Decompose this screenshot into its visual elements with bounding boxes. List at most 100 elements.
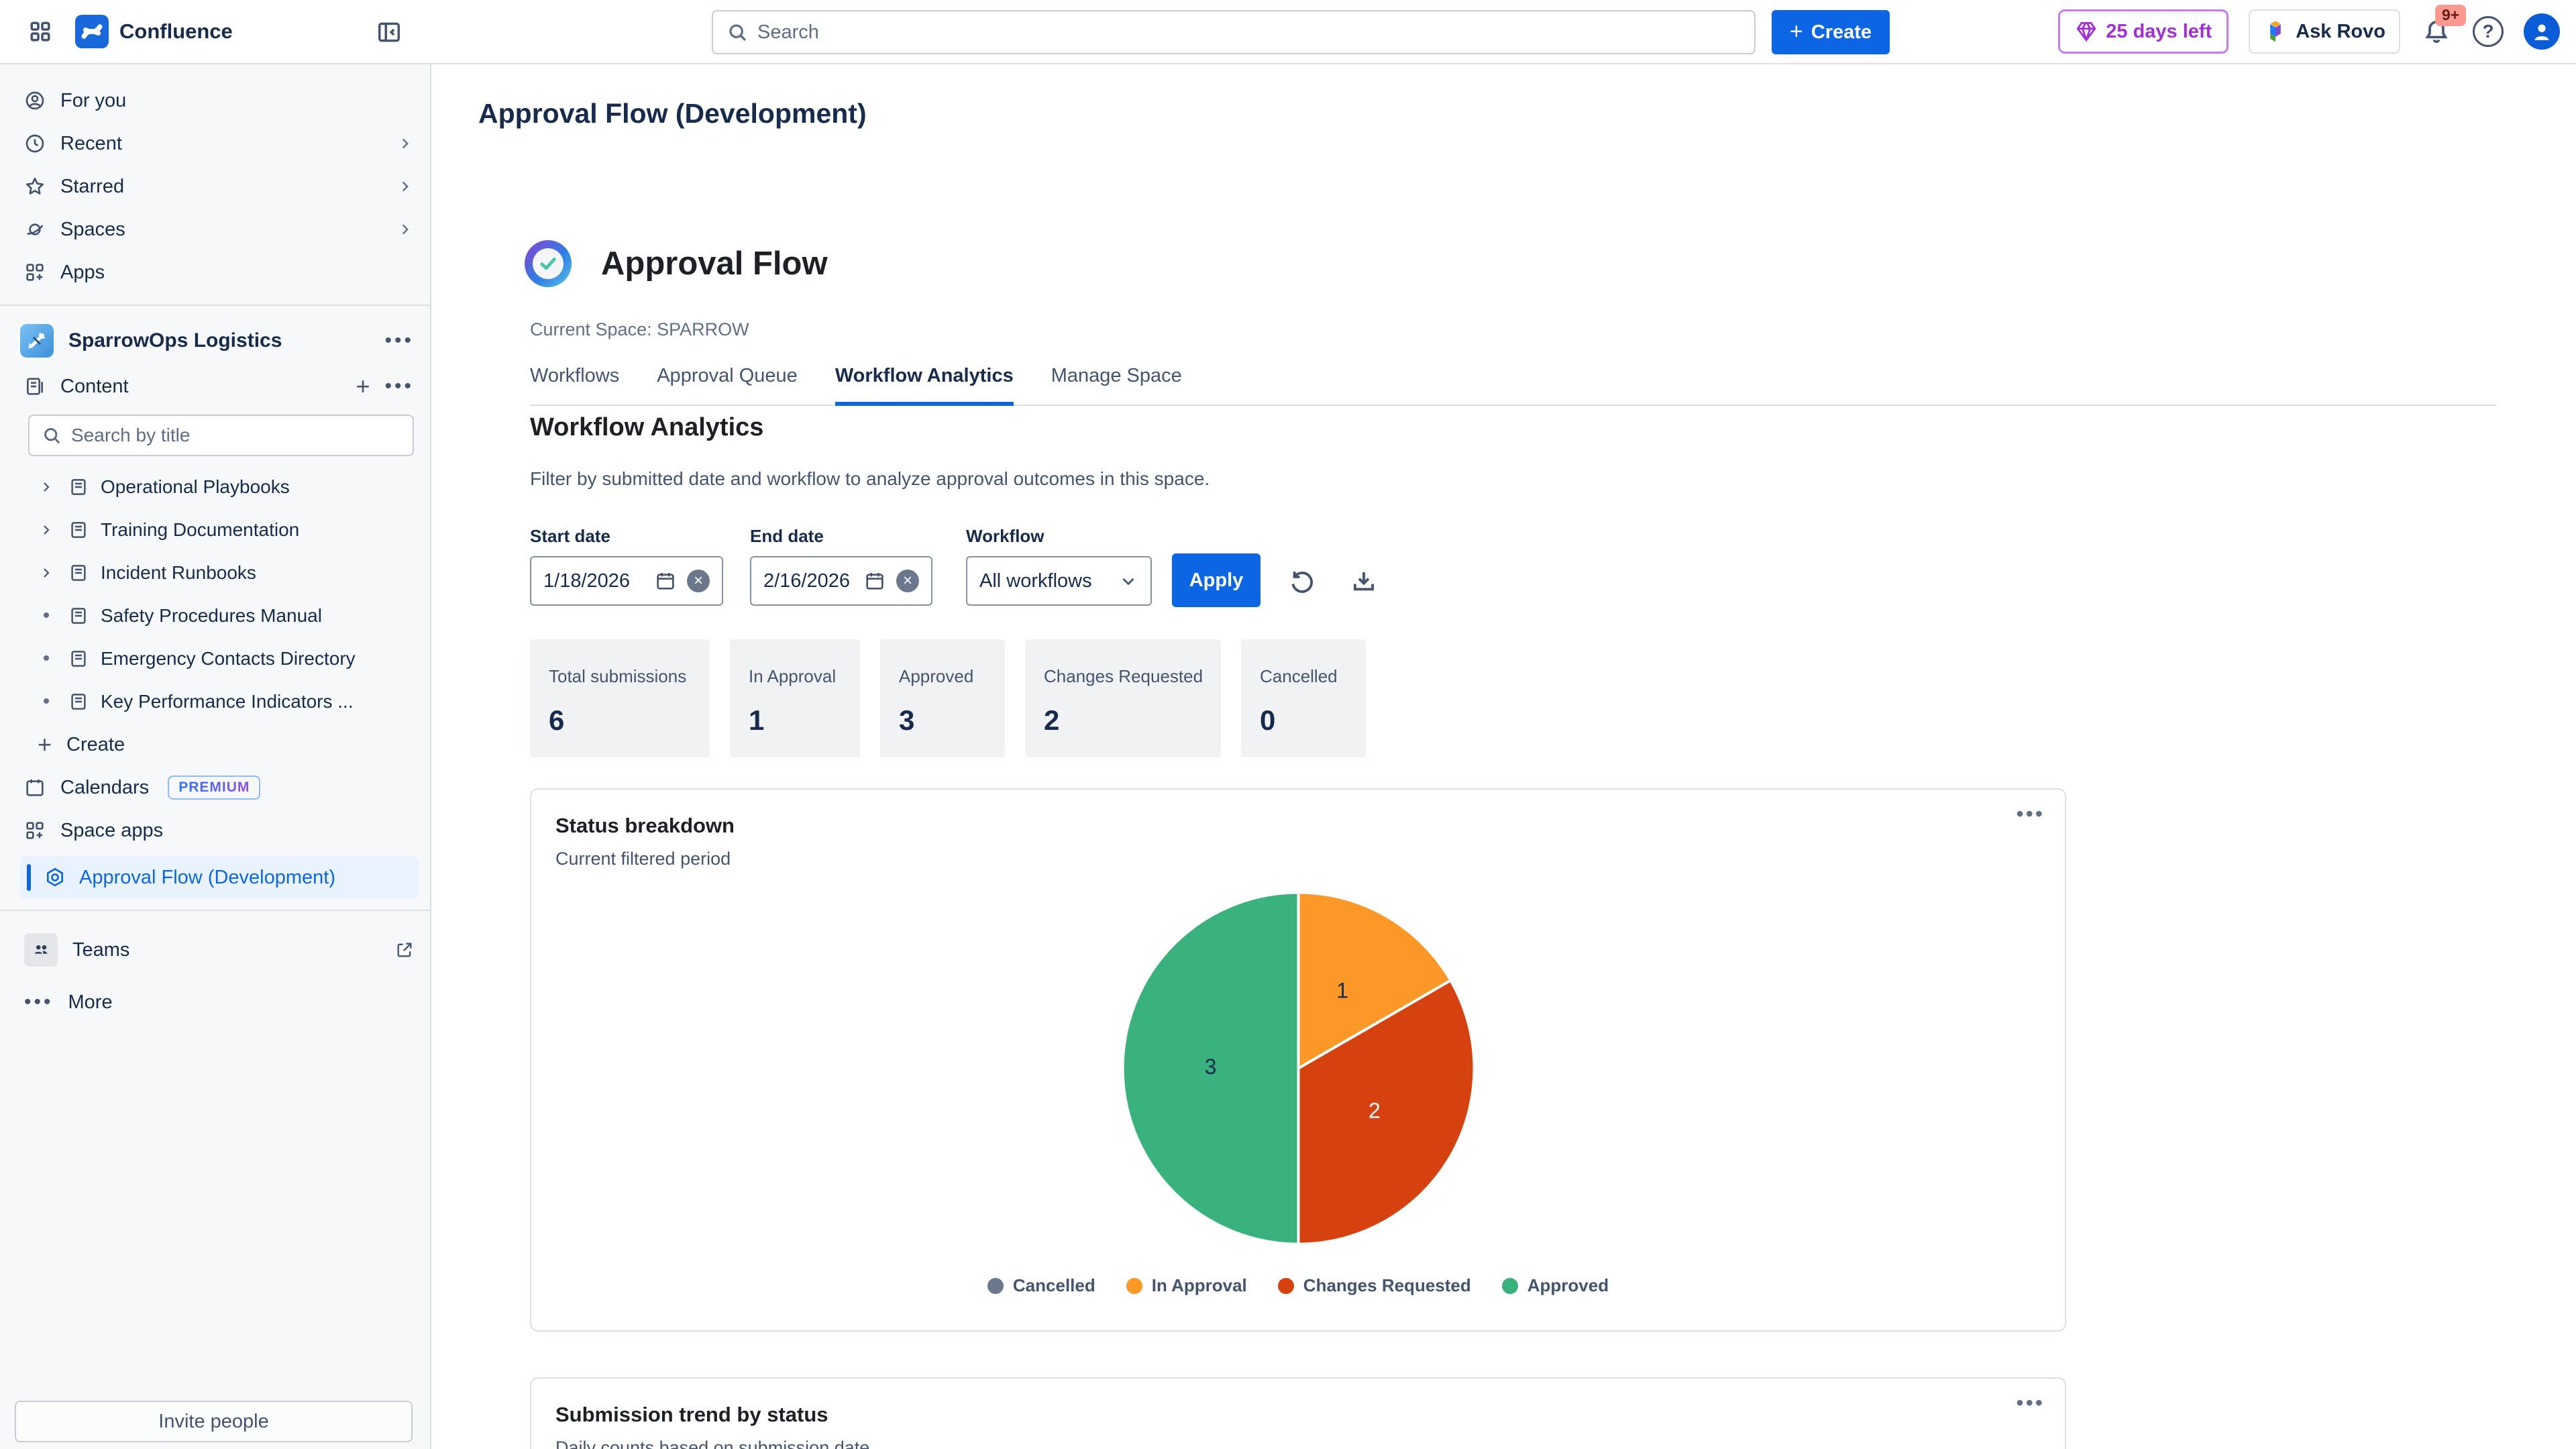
stat-value: 0 [1260, 704, 1347, 737]
sidebar-item-label: For you [60, 90, 414, 112]
search-input[interactable] [757, 21, 1741, 44]
trial-days-left-button[interactable]: 25 days left [2058, 9, 2229, 54]
sidebar-item-apps[interactable]: Apps [0, 251, 430, 294]
sidebar-item-starred[interactable]: Starred [0, 165, 430, 208]
tree-item[interactable]: • Emergency Contacts Directory [0, 637, 430, 680]
more-label: More [68, 991, 414, 1014]
sidebar-divider [0, 910, 430, 911]
calendar-icon[interactable] [864, 570, 885, 592]
collapse-sidebar-icon[interactable] [373, 16, 405, 48]
clear-start-date-icon[interactable]: × [687, 570, 710, 592]
rovo-logo-icon [2263, 19, 2288, 44]
page-icon [68, 649, 89, 669]
create-page-label: Create [66, 734, 125, 756]
user-avatar[interactable] [2524, 13, 2560, 50]
status-card-subtitle: Current filtered period [555, 849, 2041, 869]
chevron-right-icon [396, 135, 414, 152]
help-icon[interactable]: ? [2473, 16, 2504, 47]
sidebar-search[interactable] [28, 415, 414, 456]
download-button[interactable] [1345, 563, 1383, 600]
svg-text:2: 2 [1368, 1098, 1381, 1122]
tab-workflow-analytics[interactable]: Workflow Analytics [835, 365, 1014, 406]
sidebar-item-for-you[interactable]: For you [0, 79, 430, 122]
tab-workflows[interactable]: Workflows [530, 365, 619, 406]
sidebar-create-page[interactable]: + Create [0, 723, 430, 766]
space-more-icon[interactable]: ••• [384, 329, 414, 352]
stat-total-submissions: Total submissions 6 [530, 639, 710, 757]
workflow-select[interactable]: All workflows [966, 556, 1152, 606]
stat-cancelled: Cancelled 0 [1241, 639, 1366, 757]
stat-value: 2 [1044, 704, 1202, 737]
sidebar-item-teams[interactable]: Teams [0, 928, 430, 971]
status-card-title: Status breakdown [555, 814, 2041, 838]
workflow-label: Workflow [966, 526, 1152, 547]
legend-label: Approved [1527, 1275, 1609, 1296]
stat-label: In Approval [749, 666, 841, 687]
chart-legend: Cancelled In Approval Changes Requested … [987, 1275, 1609, 1296]
main-content: Approval Flow (Development) Approval Flo… [431, 64, 2576, 1449]
tab-approval-queue[interactable]: Approval Queue [657, 365, 798, 406]
tree-item[interactable]: Incident Runbooks [0, 551, 430, 594]
chevron-right-icon[interactable] [36, 479, 56, 495]
analytics-description: Filter by submitted date and workflow to… [530, 468, 1210, 490]
end-date-label: End date [750, 526, 932, 547]
global-search[interactable] [712, 10, 1756, 54]
clear-end-date-icon[interactable]: × [896, 570, 919, 592]
chevron-right-icon[interactable] [36, 565, 56, 581]
tree-item-label: Training Documentation [101, 519, 299, 541]
notifications-button[interactable]: 9+ [2420, 15, 2453, 48]
card-menu-icon[interactable]: ••• [2016, 802, 2045, 826]
content-more-icon[interactable]: ••• [384, 375, 414, 398]
search-icon [42, 425, 62, 445]
add-content-icon[interactable]: + [356, 374, 370, 398]
legend-label: Changes Requested [1303, 1275, 1471, 1296]
tree-item[interactable]: • Key Performance Indicators ... [0, 680, 430, 723]
confluence-logo-icon[interactable] [75, 15, 109, 48]
calendar-icon[interactable] [655, 570, 676, 592]
reset-icon [1288, 568, 1316, 596]
start-date-input[interactable]: 1/18/2026 × [530, 556, 723, 606]
current-space-row[interactable]: SparrowOps Logistics ••• [0, 317, 430, 365]
start-date-field: Start date 1/18/2026 × [530, 526, 723, 606]
tree-item[interactable]: • Safety Procedures Manual [0, 594, 430, 637]
workflow-field: Workflow All workflows [966, 526, 1152, 606]
sidebar-item-label: Starred [60, 176, 382, 198]
end-date-input[interactable]: 2/16/2026 × [750, 556, 932, 606]
app-tabs: Workflows Approval Queue Workflow Analyt… [530, 365, 2497, 406]
sidebar-item-approval-flow-selected[interactable]: Approval Flow (Development) [20, 856, 419, 899]
bullet-icon: • [36, 690, 56, 713]
tab-manage-space[interactable]: Manage Space [1051, 365, 1182, 406]
legend-item-changes-requested[interactable]: Changes Requested [1278, 1275, 1471, 1296]
page-icon [68, 520, 89, 540]
tree-item[interactable]: Operational Playbooks [0, 466, 430, 508]
page-icon [68, 606, 89, 626]
sidebar-item-recent[interactable]: Recent [0, 122, 430, 165]
create-button[interactable]: + Create [1772, 10, 1890, 54]
content-section-row[interactable]: Content + ••• [0, 365, 430, 408]
tree-item[interactable]: Training Documentation [0, 508, 430, 551]
apply-button[interactable]: Apply [1172, 553, 1260, 607]
download-icon [1350, 568, 1378, 596]
legend-item-approved[interactable]: Approved [1502, 1275, 1609, 1296]
sidebar-item-calendars[interactable]: Calendars PREMIUM [0, 766, 430, 809]
invite-people-button[interactable]: Invite people [15, 1401, 413, 1442]
reset-filters-button[interactable] [1283, 563, 1321, 600]
status-card-header: Status breakdown Current filtered period… [531, 790, 2065, 869]
card-menu-icon[interactable]: ••• [2016, 1391, 2045, 1415]
tree-item-label: Operational Playbooks [101, 476, 290, 498]
legend-dot [1126, 1278, 1142, 1294]
legend-item-cancelled[interactable]: Cancelled [987, 1275, 1095, 1296]
clock-icon [24, 133, 46, 154]
sidebar-item-space-apps[interactable]: Space apps [0, 809, 430, 852]
stat-value: 3 [899, 704, 986, 737]
ask-rovo-button[interactable]: Ask Rovo [2249, 9, 2400, 54]
chevron-right-icon[interactable] [36, 522, 56, 538]
legend-item-in-approval[interactable]: In Approval [1126, 1275, 1247, 1296]
content-pages-icon [24, 376, 46, 397]
sidebar-search-input[interactable] [71, 425, 400, 446]
sidebar-item-more[interactable]: ••• More [0, 981, 430, 1024]
topbar-right-group: 25 days left Ask Rovo 9+ ? [2058, 0, 2560, 63]
sidebar-item-spaces[interactable]: Spaces [0, 208, 430, 251]
topbar-left-group: Confluence [0, 0, 233, 63]
app-switcher-icon[interactable] [24, 15, 56, 48]
